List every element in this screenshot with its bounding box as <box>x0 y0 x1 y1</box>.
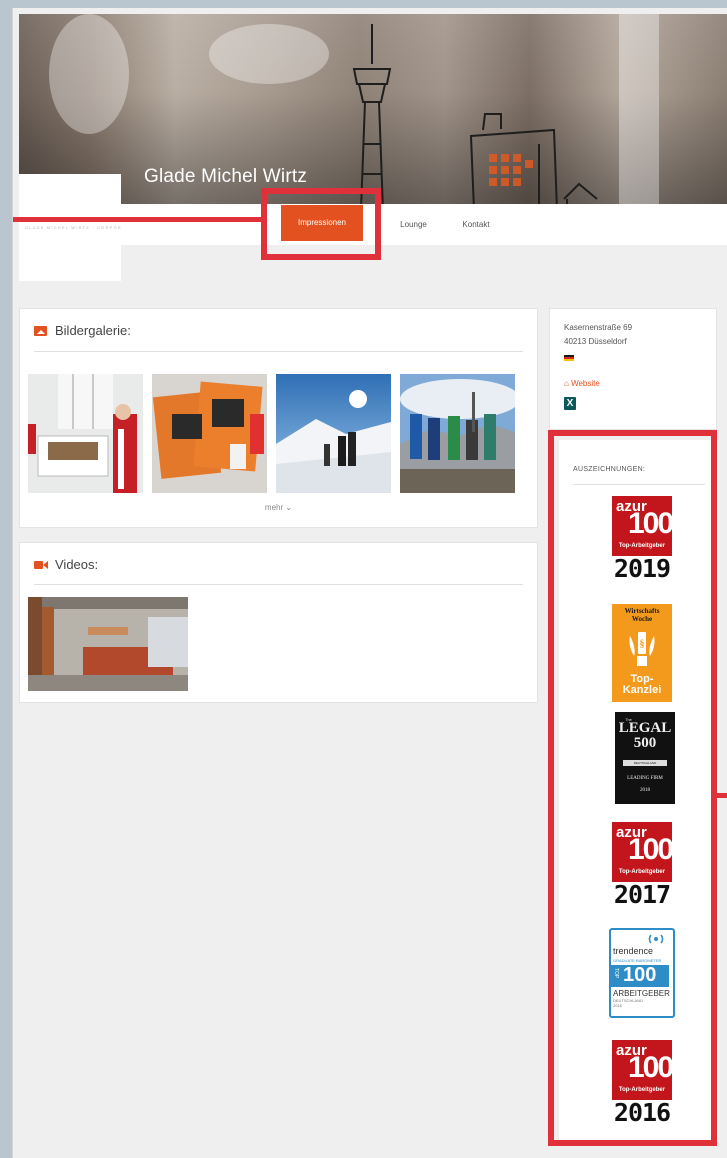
contact-card: Kasernenstraße 69 40213 Düsseldorf ⌂ Web… <box>549 308 717 430</box>
address-street: Kasernenstraße 69 <box>564 323 633 332</box>
gallery-card: Bildergalerie: mehr ⌄ <box>19 308 538 528</box>
company-logo: GLADE MICHEL WIRTZ · CORPORATE & COMPETI… <box>19 174 125 281</box>
video-camera-icon <box>34 560 48 569</box>
divider <box>34 351 523 352</box>
company-name: Glade Michel Wirtz <box>144 166 308 187</box>
annotation-line-tab <box>13 217 261 222</box>
gallery-more-link[interactable]: mehr ⌄ <box>20 503 537 512</box>
gallery-image[interactable] <box>400 374 515 493</box>
xing-icon[interactable]: X <box>564 397 576 410</box>
video-thumbnail[interactable] <box>28 597 188 691</box>
address-city: 40213 Düsseldorf <box>564 337 627 346</box>
tab-kontakt[interactable]: Kontakt <box>451 204 501 245</box>
gallery-title: Bildergalerie: <box>55 323 131 338</box>
profile-nav: Lounge Kontakt <box>121 204 727 245</box>
annotation-box-tab <box>261 188 381 260</box>
home-icon: ⌂ <box>564 379 572 388</box>
logo-tagline: GLADE MICHEL WIRTZ · CORPORATE & COMPETI… <box>25 226 125 230</box>
videos-title: Videos: <box>55 557 99 572</box>
gallery-image[interactable] <box>28 374 143 493</box>
image-icon <box>34 325 47 336</box>
tab-lounge[interactable]: Lounge <box>391 204 436 245</box>
page: Glade Michel Wirtz GLADE MICHEL WIRTZ · … <box>12 8 727 1158</box>
gallery-image[interactable] <box>152 374 267 493</box>
gallery-image[interactable] <box>276 374 391 493</box>
annotation-box-awards <box>548 430 717 1146</box>
divider <box>34 584 523 585</box>
hero-banner: Glade Michel Wirtz <box>19 14 727 210</box>
website-link[interactable]: ⌂ Website <box>564 379 600 388</box>
videos-card: Videos: <box>19 542 538 703</box>
germany-flag-icon <box>564 355 574 361</box>
annotation-line-awards <box>717 793 727 798</box>
hero-illustration <box>49 14 659 210</box>
